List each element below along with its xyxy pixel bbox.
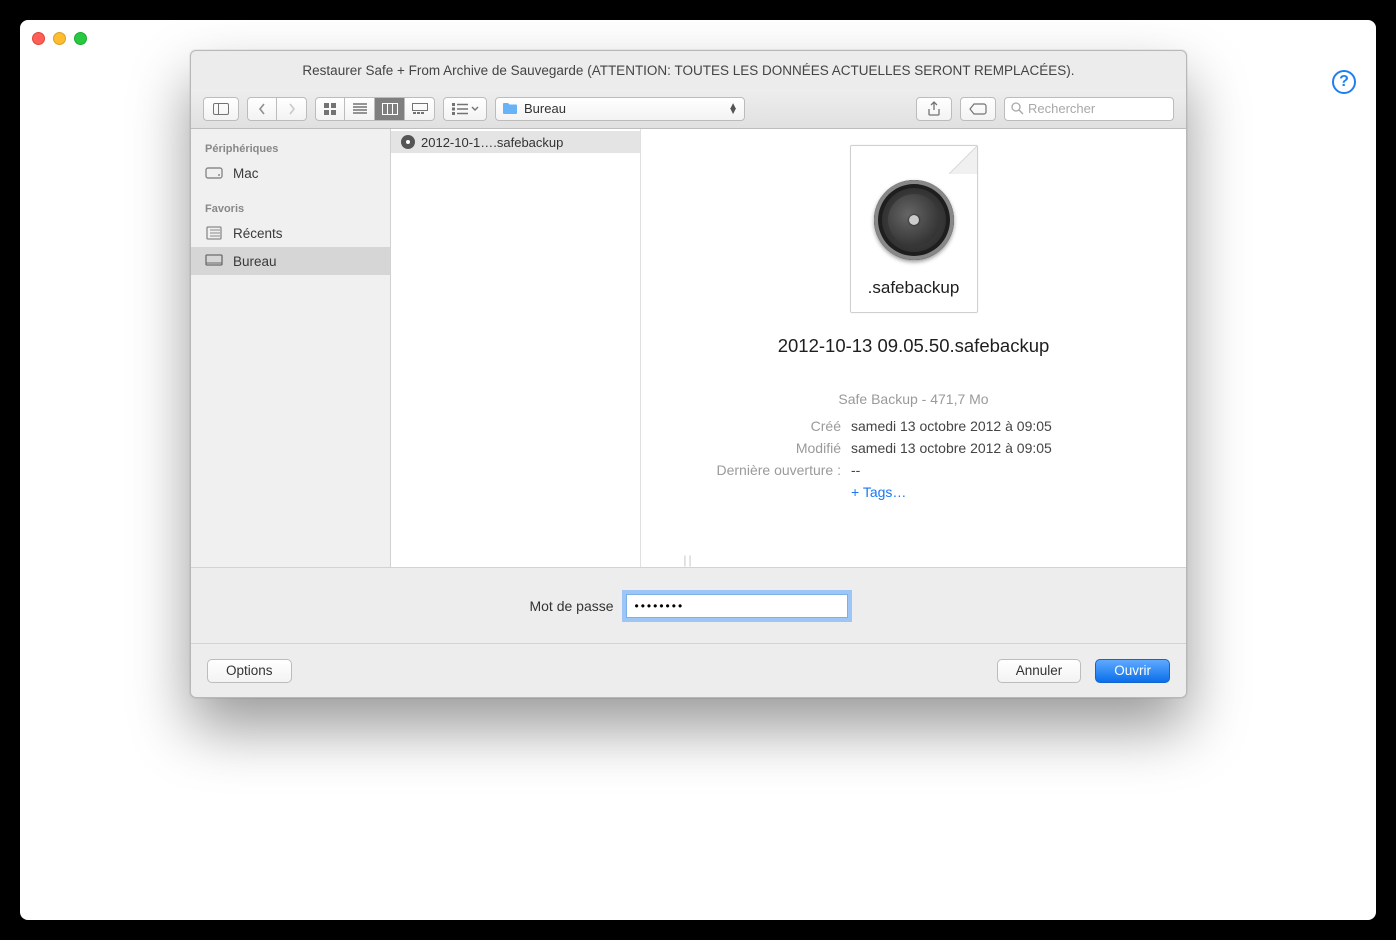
view-icon-button[interactable]: [315, 97, 345, 121]
chevron-left-icon: [258, 103, 266, 115]
view-gallery-button[interactable]: [405, 97, 435, 121]
button-bar: Options Annuler Ouvrir: [191, 643, 1186, 697]
sidebar-item-label: Bureau: [233, 254, 277, 269]
view-column-button[interactable]: [375, 97, 405, 121]
file-ext-label: .safebackup: [868, 278, 960, 298]
location-label: Bureau: [524, 101, 566, 116]
column-list: 2012-10-1….safebackup: [391, 129, 641, 567]
sidebar-icon: [213, 103, 229, 115]
list-icon: [353, 103, 367, 115]
password-input[interactable]: [626, 594, 848, 618]
cancel-button[interactable]: Annuler: [997, 659, 1082, 683]
tag-icon: [969, 103, 987, 115]
file-name: 2012-10-13 09.05.50.safebackup: [778, 335, 1050, 357]
location-selector[interactable]: Bureau ▲▼: [495, 97, 745, 121]
open-dialog: Restaurer Safe + From Archive de Sauvega…: [190, 50, 1187, 698]
sidebar-item-recents[interactable]: Récents: [191, 219, 390, 247]
recents-icon: [205, 226, 223, 240]
outer-window: ? Restaurer Safe + From Archive de Sauve…: [20, 20, 1376, 920]
sidebar-item-desktop[interactable]: Bureau: [191, 247, 390, 275]
sidebar-header-devices: Périphériques: [191, 137, 390, 159]
folder-icon: [502, 102, 518, 115]
sidebar-header-favorites: Favoris: [191, 197, 390, 219]
content-row: Périphériques Mac Favoris Récents: [191, 129, 1186, 567]
sidebar-item-mac[interactable]: Mac: [191, 159, 390, 187]
created-val: samedi 13 octobre 2012 à 09:05: [851, 415, 1052, 437]
preview-panel: .safebackup 2012-10-13 09.05.50.safeback…: [641, 129, 1186, 567]
password-section: Mot de passe: [191, 567, 1186, 643]
modified-key: Modifié: [661, 437, 841, 459]
created-key: Créé: [661, 415, 841, 437]
back-button[interactable]: [247, 97, 277, 121]
file-item[interactable]: 2012-10-1….safebackup: [391, 131, 640, 153]
forward-button[interactable]: [277, 97, 307, 121]
sidebar-item-label: Mac: [233, 166, 259, 181]
modified-val: samedi 13 octobre 2012 à 09:05: [851, 437, 1052, 459]
file-summary: Safe Backup - 471,7 Mo: [661, 391, 1166, 407]
grid-icon: [323, 102, 337, 116]
desktop-icon: [205, 254, 223, 268]
view-list-button[interactable]: [345, 97, 375, 121]
lastopen-val: --: [851, 459, 860, 481]
search-placeholder: Rechercher: [1028, 101, 1095, 116]
chevron-down-icon: [471, 106, 479, 112]
chevron-right-icon: [288, 103, 296, 115]
dialog-title: Restaurer Safe + From Archive de Sauvega…: [191, 51, 1186, 89]
file-item-label: 2012-10-1….safebackup: [421, 135, 563, 150]
file-type-icon: [401, 135, 415, 149]
resize-handle[interactable]: ||: [683, 553, 693, 567]
group-by-button[interactable]: [443, 97, 487, 121]
gallery-icon: [412, 103, 428, 115]
file-icon: .safebackup: [850, 145, 978, 313]
updown-icon: ▲▼: [728, 104, 738, 114]
password-label: Mot de passe: [529, 598, 613, 614]
sidebar-toggle-button[interactable]: [203, 97, 239, 121]
share-icon: [927, 101, 941, 117]
tags-button[interactable]: [960, 97, 996, 121]
sidebar-item-label: Récents: [233, 226, 283, 241]
options-button[interactable]: Options: [207, 659, 292, 683]
search-icon: [1011, 102, 1024, 115]
sidebar: Périphériques Mac Favoris Récents: [191, 129, 391, 567]
search-field[interactable]: Rechercher: [1004, 97, 1174, 121]
minimize-window-button[interactable]: [53, 32, 66, 45]
traffic-lights: [32, 32, 87, 45]
columns-icon: [382, 103, 398, 115]
add-tags-link[interactable]: + Tags…: [851, 481, 906, 503]
zoom-window-button[interactable]: [74, 32, 87, 45]
share-button[interactable]: [916, 97, 952, 121]
open-button[interactable]: Ouvrir: [1095, 659, 1170, 683]
group-icon: [452, 103, 468, 115]
toolbar: Bureau ▲▼ Rechercher: [191, 89, 1186, 129]
safe-dial-icon: [874, 180, 954, 260]
file-meta: Safe Backup - 471,7 Mo Créé samedi 13 oc…: [661, 391, 1166, 503]
lastopen-key: Dernière ouverture :: [661, 459, 841, 481]
help-button[interactable]: ?: [1332, 70, 1356, 94]
hdd-icon: [205, 166, 223, 180]
close-window-button[interactable]: [32, 32, 45, 45]
